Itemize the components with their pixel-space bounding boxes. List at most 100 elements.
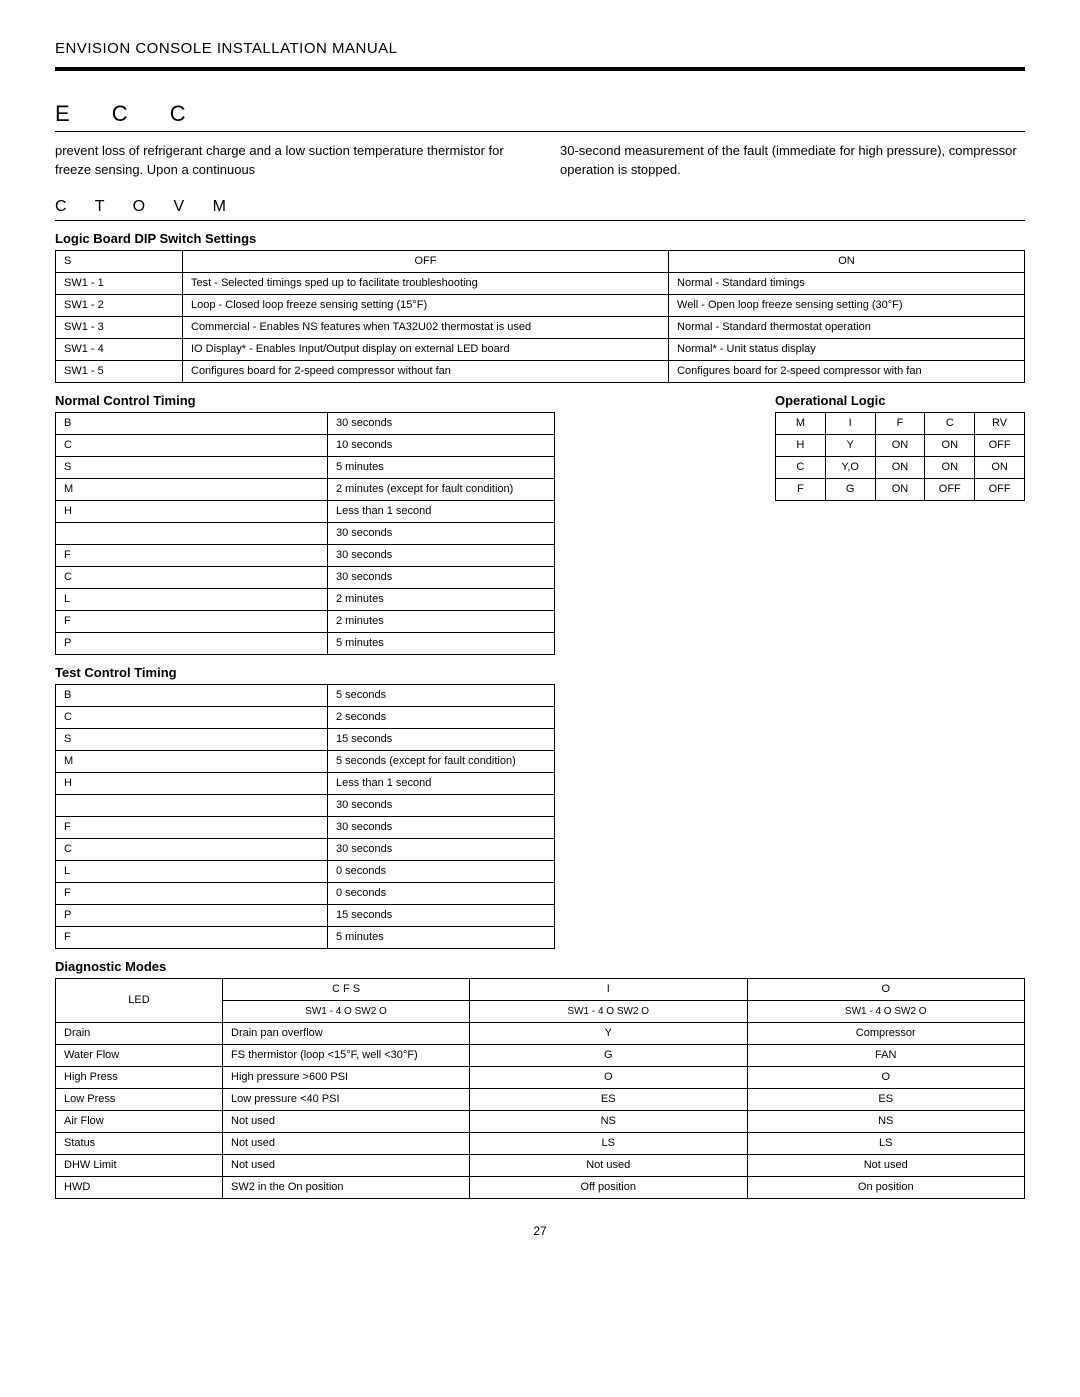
timing-key: C bbox=[56, 706, 328, 728]
diag-out: O bbox=[747, 1066, 1025, 1088]
dip-head-off: OFF bbox=[183, 250, 669, 272]
timing-val: 30 seconds bbox=[328, 566, 555, 588]
timing-key: C bbox=[56, 838, 328, 860]
dip-cell: Normal* - Unit status display bbox=[669, 338, 1025, 360]
dip-cell: Normal - Standard timings bbox=[669, 272, 1025, 294]
op-cell: F bbox=[776, 478, 826, 500]
op-logic-table: MIFCRV HYONONOFFCY,OONONONFGONOFFOFF bbox=[775, 412, 1025, 501]
timing-val: 30 seconds bbox=[328, 794, 555, 816]
dip-row: SW1 - 3Commercial - Enables NS features … bbox=[56, 316, 1025, 338]
timing-val: 2 minutes bbox=[328, 588, 555, 610]
dip-row: SW1 - 4IO Display* - Enables Input/Outpu… bbox=[56, 338, 1025, 360]
dip-table: S OFF ON SW1 - 1Test - Selected timings … bbox=[55, 250, 1025, 383]
timing-row: M5 seconds (except for fault condition) bbox=[56, 750, 555, 772]
diag-cond: FS thermistor (loop <15°F, well <30°F) bbox=[223, 1044, 470, 1066]
diag-row: Low PressLow pressure <40 PSIESES bbox=[56, 1088, 1025, 1110]
timing-row: HLess than 1 second bbox=[56, 772, 555, 794]
op-cell: ON bbox=[875, 434, 925, 456]
timing-row: S15 seconds bbox=[56, 728, 555, 750]
timing-row: F30 seconds bbox=[56, 544, 555, 566]
timing-key: M bbox=[56, 750, 328, 772]
timing-key: M bbox=[56, 478, 328, 500]
diag-cond: SW2 in the On position bbox=[223, 1176, 470, 1198]
dip-cell: Well - Open loop freeze sensing setting … bbox=[669, 294, 1025, 316]
dip-cell: IO Display* - Enables Input/Output displ… bbox=[183, 338, 669, 360]
diag-row: DrainDrain pan overflowYCompressor bbox=[56, 1022, 1025, 1044]
diag-head-row: LED C F S I O bbox=[56, 978, 1025, 1000]
dip-row: SW1 - 1Test - Selected timings sped up t… bbox=[56, 272, 1025, 294]
diag-row: High PressHigh pressure >600 PSIOO bbox=[56, 1066, 1025, 1088]
timing-row: P15 seconds bbox=[56, 904, 555, 926]
page-header-title: ENVISION CONSOLE INSTALLATION MANUAL bbox=[55, 40, 1025, 57]
op-cell: ON bbox=[925, 456, 975, 478]
timing-row: C10 seconds bbox=[56, 434, 555, 456]
timing-key: C bbox=[56, 566, 328, 588]
subsection-title: C T O V M bbox=[55, 198, 1025, 221]
diag-led: Drain bbox=[56, 1022, 223, 1044]
timing-val: 10 seconds bbox=[328, 434, 555, 456]
timing-row: F2 minutes bbox=[56, 610, 555, 632]
diag-row: Air FlowNot usedNSNS bbox=[56, 1110, 1025, 1132]
diag-head-cond-sub: SW1 - 4 O SW2 O bbox=[223, 1000, 470, 1022]
diag-row: HWDSW2 in the On positionOff positionOn … bbox=[56, 1176, 1025, 1198]
diag-head-led: LED bbox=[56, 978, 223, 1022]
timing-row: P5 minutes bbox=[56, 632, 555, 654]
timing-val: 5 seconds bbox=[328, 684, 555, 706]
op-cell: OFF bbox=[975, 478, 1025, 500]
normal-timing-table: B30 secondsC10 secondsS5 minutesM2 minut… bbox=[55, 412, 555, 655]
diag-cond: Drain pan overflow bbox=[223, 1022, 470, 1044]
timing-val: 15 seconds bbox=[328, 904, 555, 926]
diag-row: Water FlowFS thermistor (loop <15°F, wel… bbox=[56, 1044, 1025, 1066]
op-head-cell: M bbox=[776, 412, 826, 434]
timing-key: C bbox=[56, 434, 328, 456]
diag-in: LS bbox=[470, 1132, 748, 1154]
timing-val: 15 seconds bbox=[328, 728, 555, 750]
diag-cond: High pressure >600 PSI bbox=[223, 1066, 470, 1088]
timing-key: L bbox=[56, 860, 328, 882]
timing-key: P bbox=[56, 632, 328, 654]
diag-in: G bbox=[470, 1044, 748, 1066]
diag-cond: Not used bbox=[223, 1110, 470, 1132]
dip-cell: SW1 - 3 bbox=[56, 316, 183, 338]
op-cell: ON bbox=[975, 456, 1025, 478]
diag-in: NS bbox=[470, 1110, 748, 1132]
op-head-cell: F bbox=[875, 412, 925, 434]
timing-row: C30 seconds bbox=[56, 838, 555, 860]
section-title: E C C bbox=[55, 101, 1025, 132]
dip-cell: Loop - Closed loop freeze sensing settin… bbox=[183, 294, 669, 316]
diag-row: StatusNot usedLSLS bbox=[56, 1132, 1025, 1154]
dip-row: SW1 - 5 Configures board for 2-speed comp… bbox=[56, 360, 1025, 382]
timing-row: B5 seconds bbox=[56, 684, 555, 706]
timing-val: 5 minutes bbox=[328, 926, 555, 948]
diag-led: DHW Limit bbox=[56, 1154, 223, 1176]
timing-key: L bbox=[56, 588, 328, 610]
timing-key: F bbox=[56, 882, 328, 904]
timing-val: 5 minutes bbox=[328, 456, 555, 478]
timing-val: 5 seconds (except for fault condition) bbox=[328, 750, 555, 772]
timing-key: S bbox=[56, 728, 328, 750]
diag-cond: Not used bbox=[223, 1132, 470, 1154]
normal-timing-heading: Normal Control Timing bbox=[55, 393, 555, 408]
timing-row: M2 minutes (except for fault condition) bbox=[56, 478, 555, 500]
timing-key: F bbox=[56, 816, 328, 838]
op-cell: ON bbox=[925, 434, 975, 456]
dip-cell: SW1 - 5 bbox=[56, 360, 183, 382]
op-cell: Y bbox=[825, 434, 875, 456]
timing-key: B bbox=[56, 412, 328, 434]
header-rule bbox=[55, 67, 1025, 71]
timing-row: F5 minutes bbox=[56, 926, 555, 948]
diag-table: LED C F S I O SW1 - 4 O SW2 O SW1 - 4 O … bbox=[55, 978, 1025, 1199]
timing-key: F bbox=[56, 544, 328, 566]
timing-row: S5 minutes bbox=[56, 456, 555, 478]
op-cell: C bbox=[776, 456, 826, 478]
timing-val: 2 seconds bbox=[328, 706, 555, 728]
timing-row: C2 seconds bbox=[56, 706, 555, 728]
timing-key: F bbox=[56, 926, 328, 948]
op-row: CY,OONONON bbox=[776, 456, 1025, 478]
timing-key: F bbox=[56, 610, 328, 632]
op-row: FGONOFFOFF bbox=[776, 478, 1025, 500]
diag-row: DHW LimitNot usedNot usedNot used bbox=[56, 1154, 1025, 1176]
op-head-cell: I bbox=[825, 412, 875, 434]
diag-head-out-top: O bbox=[747, 978, 1025, 1000]
dip-cell: Configures board for 2-speed compressor … bbox=[669, 360, 1025, 382]
